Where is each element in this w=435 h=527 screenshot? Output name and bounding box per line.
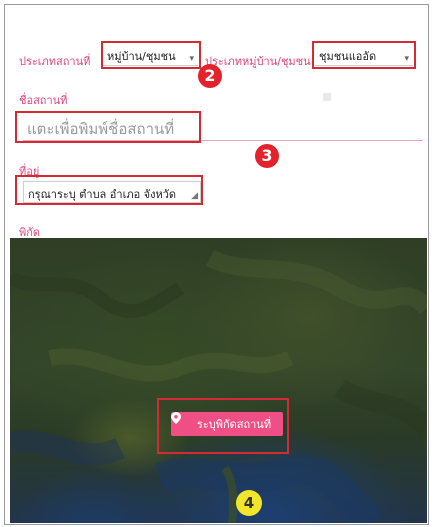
highlight-place-type [101, 41, 201, 69]
step-badge-4: 4 [236, 490, 262, 516]
set-location-label: ระบุพิกัดสถานที่ [196, 418, 272, 431]
step-badge-2: 2 [198, 64, 222, 88]
set-location-button[interactable]: ระบุพิกัดสถานที่ [171, 412, 283, 436]
place-type-label: ประเภทสถานที่ [19, 55, 91, 68]
map-pin-icon [171, 412, 193, 430]
village-type-label: ประเภทหมู่บ้าน/ชุมชน [205, 55, 311, 68]
decorative-square [323, 93, 331, 101]
highlight-village-type [312, 41, 416, 69]
highlight-address [15, 175, 203, 205]
highlight-place-name [15, 111, 201, 143]
step-badge-3: 3 [255, 144, 279, 168]
satellite-map[interactable]: ระบุพิกัดสถานที่ 4 [10, 238, 427, 523]
place-name-label: ชื่อสถานที่ [19, 94, 68, 107]
map-terrain [10, 249, 427, 523]
